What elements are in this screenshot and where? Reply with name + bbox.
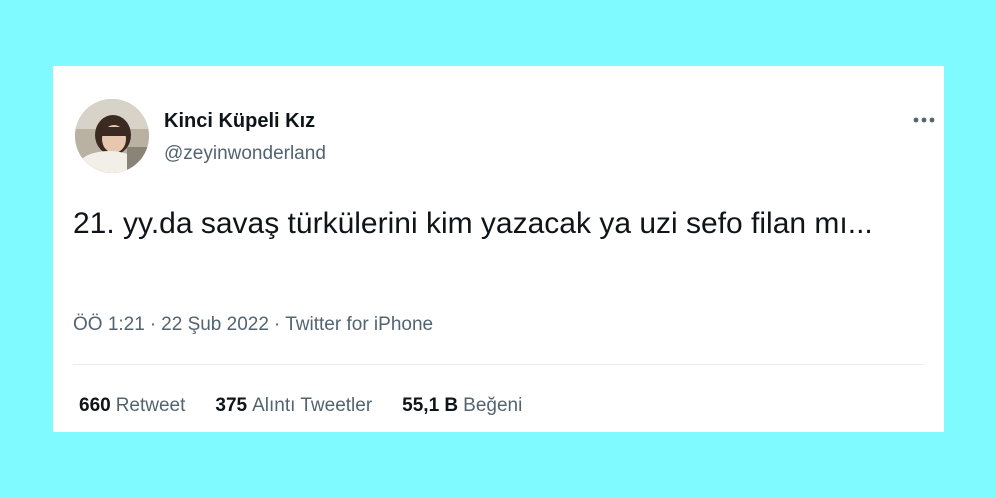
tweet-text: 21. yy.da savaş türkülerini kim yazacak … [73, 207, 873, 240]
meta-separator: · [273, 314, 281, 335]
more-horizontal-icon[interactable] [909, 110, 939, 130]
author-name[interactable]: Kinci Küpeli Kız [164, 110, 315, 133]
retweet-label: Retweet [115, 395, 186, 416]
like-stat[interactable]: 55,1 B Beğeni [402, 395, 522, 417]
tweet-date[interactable]: 22 Şub 2022 [161, 314, 269, 335]
retweet-stat[interactable]: 660 Retweet [79, 395, 185, 417]
retweet-count: 660 [79, 395, 111, 416]
quote-tweet-count: 375 [215, 395, 248, 416]
tweet-time[interactable]: ÖÖ 1:21 [73, 314, 145, 335]
engagement-stats: 660 Retweet 375 Alıntı Tweetler 55,1 B Beğe… [79, 395, 522, 417]
quote-tweet-stat[interactable]: 375 Alıntı Tweetler [215, 395, 372, 417]
avatar-image [75, 99, 149, 173]
avatar[interactable] [75, 99, 149, 173]
like-label: Beğeni [463, 395, 523, 416]
meta-separator: · [149, 314, 157, 335]
like-count: 55,1 B [402, 395, 459, 416]
quote-tweet-label: Alıntı Tweetler [252, 395, 373, 416]
tweet-metadata: ÖÖ 1:21 · 22 Şub 2022 · Twitter for iPhone [73, 314, 433, 336]
tweet-card: Kinci Küpeli Kız @zeyinwonderland 21. yy… [53, 66, 944, 432]
author-handle[interactable]: @zeyinwonderland [164, 143, 326, 165]
divider [73, 364, 924, 365]
tweet-source[interactable]: Twitter for iPhone [285, 314, 433, 335]
